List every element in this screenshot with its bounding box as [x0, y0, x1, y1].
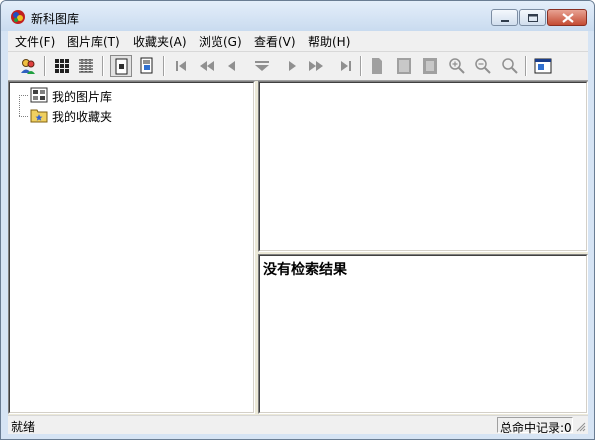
fit-page-icon [397, 58, 411, 74]
single-page-button[interactable] [110, 55, 132, 77]
zoom-in-button[interactable] [446, 55, 468, 77]
menu-file[interactable]: 文件(F) [14, 33, 56, 50]
maximize-button[interactable] [519, 9, 546, 26]
toolbar-separator [360, 56, 362, 76]
details-list-icon [79, 59, 93, 73]
last-button[interactable] [335, 55, 357, 77]
preview-pane[interactable] [258, 81, 588, 252]
actual-size-icon [423, 58, 437, 74]
toolbar-separator [525, 56, 527, 76]
previous-button[interactable] [221, 55, 243, 77]
client-area: 文件(F) 图片库(T) 收藏夹(A) 浏览(G) 查看(V) 帮助(H) 我的… [8, 31, 588, 435]
favorites-folder-icon [30, 109, 48, 123]
minimize-icon [501, 20, 509, 22]
first-button[interactable] [170, 55, 192, 77]
down-icon [255, 61, 269, 71]
first-icon [176, 61, 186, 71]
tree-pane-frame: 我的图片库 我的收藏夹 [9, 82, 254, 413]
thumbnails-button[interactable] [51, 55, 73, 77]
window-title: 新科图库 [31, 12, 80, 26]
zoom-in-icon [449, 58, 465, 74]
menu-bar: 文件(F) 图片库(T) 收藏夹(A) 浏览(G) 查看(V) 帮助(H) [8, 31, 588, 52]
toolbar-separator [102, 56, 104, 76]
menu-browse[interactable]: 浏览(G) [198, 33, 243, 50]
tree-connector [19, 95, 20, 116]
last-icon [341, 61, 351, 71]
users-icon [21, 59, 35, 74]
previous-icon [228, 61, 235, 71]
app-icon [11, 10, 25, 24]
toolbar-separator [163, 56, 165, 76]
close-button[interactable] [547, 9, 587, 26]
actual-size-button[interactable] [419, 55, 441, 77]
next-button[interactable] [281, 55, 303, 77]
page-properties-button[interactable] [136, 55, 158, 77]
tree-pane[interactable]: 我的图片库 我的收藏夹 [8, 81, 255, 414]
zoom-out-button[interactable] [472, 55, 494, 77]
library-icon [30, 87, 48, 103]
hit-count-text: 总命中记录:0 [500, 421, 572, 435]
results-pane-frame: 没有检索结果 [259, 255, 587, 413]
maximize-icon [528, 14, 538, 22]
tree-connector [19, 116, 28, 117]
next-fast-button[interactable] [305, 55, 327, 77]
details-list-button[interactable] [75, 55, 97, 77]
preview-pane-frame [259, 82, 587, 251]
thumbnails-icon [55, 59, 69, 73]
zoom-out-icon [475, 58, 491, 74]
status-text: 就绪 [11, 420, 36, 434]
close-icon [562, 13, 574, 23]
hit-count-panel: 总命中记录:0 [497, 417, 573, 435]
previous-fast-button[interactable] [196, 55, 218, 77]
toolbar [8, 52, 588, 81]
title-bar[interactable]: 新科图库 [1, 1, 594, 31]
status-bar: 就绪 总命中记录:0 [8, 415, 588, 435]
menu-help[interactable]: 帮助(H) [307, 33, 351, 50]
single-page-icon [115, 58, 128, 75]
fullscreen-button[interactable] [532, 55, 554, 77]
app-window: 新科图库 文件(F) 图片库(T) 收藏夹(A) 浏览(G) 查看(V) 帮助(… [0, 0, 595, 440]
next-icon [289, 61, 296, 71]
fullscreen-icon [534, 58, 552, 74]
menu-favorites[interactable]: 收藏夹(A) [132, 33, 188, 50]
previous-fast-icon [200, 61, 214, 71]
results-pane[interactable]: 没有检索结果 [258, 254, 588, 414]
toolbar-separator [44, 56, 46, 76]
tree-item-label: 我的收藏夹 [52, 110, 113, 124]
minimize-button[interactable] [491, 9, 518, 26]
users-button[interactable] [17, 55, 39, 77]
zoom-icon [502, 58, 518, 74]
next-fast-icon [309, 61, 323, 71]
page-properties-icon [140, 57, 153, 74]
down-button[interactable] [251, 55, 273, 77]
page-button[interactable] [366, 55, 388, 77]
no-results-text: 没有检索结果 [263, 262, 347, 278]
tree-connector [19, 95, 28, 96]
resize-grip-icon[interactable] [574, 420, 586, 432]
menu-view[interactable]: 查看(V) [253, 33, 297, 50]
fit-page-button[interactable] [393, 55, 415, 77]
menu-library[interactable]: 图片库(T) [66, 33, 121, 50]
tree-item-label: 我的图片库 [52, 90, 113, 104]
zoom-button[interactable] [499, 55, 521, 77]
page-icon [372, 58, 382, 74]
